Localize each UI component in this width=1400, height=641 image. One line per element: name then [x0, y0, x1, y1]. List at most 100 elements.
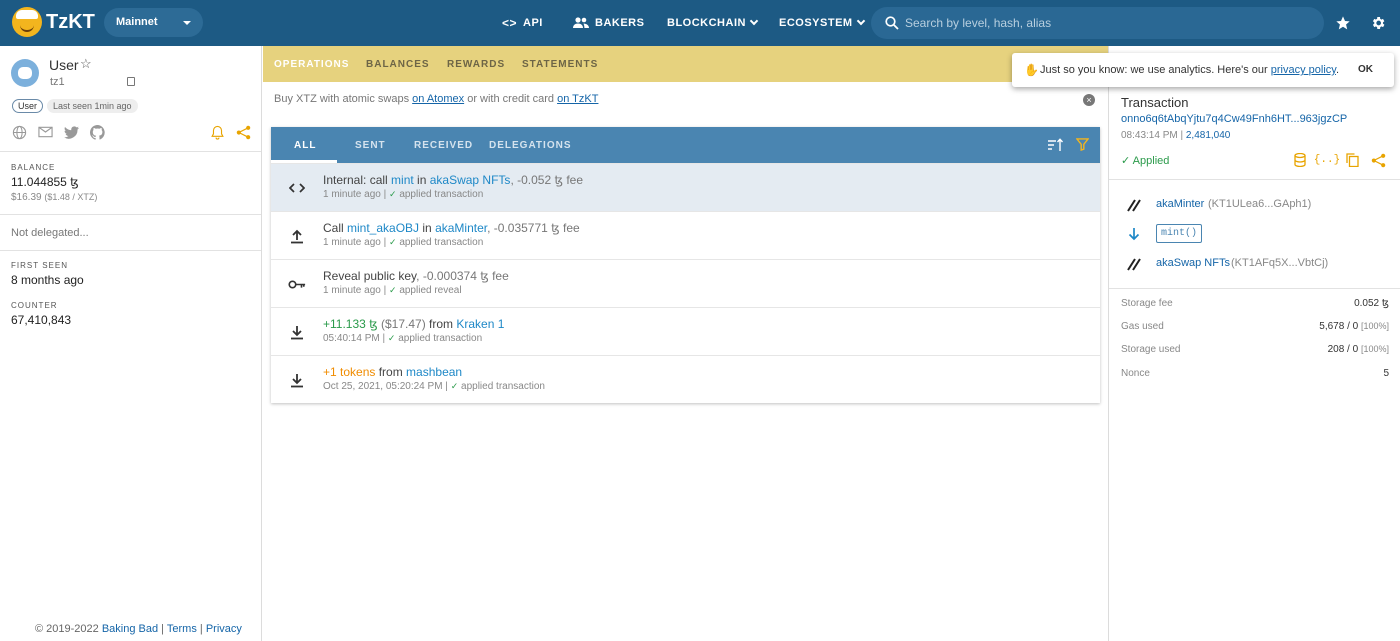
op-status: applied transaction [461, 381, 545, 392]
entrypoint-link[interactable]: mint_akaOBJ [347, 221, 419, 235]
search-box[interactable] [871, 7, 1324, 39]
footer-link-privacy[interactable]: Privacy [206, 623, 242, 635]
logo[interactable]: TzKT [12, 7, 95, 37]
last-seen-badge: Last seen 1min ago [47, 99, 138, 113]
notice-text: Just so you know: we use analytics. Here… [1040, 64, 1339, 76]
tab-statements[interactable]: STATEMENTS [522, 59, 598, 70]
caret-down-icon [183, 21, 191, 25]
operation-row[interactable]: Call mint_akaOBJ in akaMinter, -0.035771… [271, 211, 1100, 259]
ok-button[interactable]: OK [1358, 64, 1373, 75]
sender-link[interactable]: mashbean [406, 365, 462, 379]
globe-icon[interactable] [11, 124, 27, 140]
contract-link[interactable]: akaMinter [435, 221, 487, 235]
op-text: from [425, 317, 457, 331]
footer-link-company[interactable]: Baking Bad [102, 623, 158, 635]
stat-label: Nonce [1121, 368, 1150, 379]
notice-dot: . [1335, 64, 1340, 76]
stat-nonce: Nonce 5 [1121, 368, 1389, 379]
operation-row[interactable]: +1 tokens from mashbean Oct 25, 2021, 05… [271, 355, 1100, 403]
block-level-link[interactable]: 2,481,040 [1186, 130, 1231, 141]
footer-link-terms[interactable]: Terms [167, 623, 197, 635]
op-text: in [419, 221, 436, 235]
op-tab-all[interactable]: ALL [294, 140, 316, 151]
op-time: 1 minute ago [323, 237, 381, 248]
balance-label: BALANCE [11, 163, 56, 172]
github-icon[interactable] [89, 124, 105, 140]
op-tab-received[interactable]: RECEIVED [414, 140, 473, 151]
tab-balances[interactable]: BALANCES [366, 59, 430, 70]
operation-row[interactable]: +11.133 ꜩ ($17.47) from Kraken 1 05:40:1… [271, 307, 1100, 355]
operation-description: +1 tokens from mashbean [323, 365, 462, 379]
transaction-hash[interactable]: onno6q6tAbqYjtu7q4Cw49Fnh6HT...963jgzCP [1121, 113, 1347, 125]
operation-row[interactable]: Reveal public key, -0.000374 ꜩ fee 1 min… [271, 259, 1100, 307]
stat-label: Storage fee [1121, 298, 1173, 309]
account-address: tz1 [50, 76, 65, 88]
stat-amount: 208 / 0 [1327, 344, 1359, 355]
check-icon: ✓ [388, 285, 397, 295]
download-icon [288, 324, 306, 340]
tzkt-buy-link[interactable]: on TzKT [557, 93, 598, 105]
copyright: © 2019-2022 [35, 623, 99, 635]
json-icon[interactable]: {..} [1314, 152, 1340, 168]
filter-icon[interactable] [1076, 138, 1089, 151]
mail-icon[interactable] [37, 124, 53, 140]
atomex-link[interactable]: on Atomex [412, 93, 464, 105]
nav-api[interactable]: <> API [502, 0, 543, 46]
share-icon[interactable] [1370, 152, 1386, 168]
twitter-icon[interactable] [63, 124, 79, 140]
stat-percent: [100%] [1360, 344, 1389, 354]
sort-icon[interactable] [1048, 138, 1064, 152]
network-selector[interactable]: Mainnet [104, 8, 203, 37]
privacy-policy-link[interactable]: privacy policy [1271, 64, 1336, 76]
nav-bakers[interactable]: BAKERS [573, 0, 644, 46]
target-name[interactable]: akaSwap NFTs [1156, 257, 1230, 269]
nav-ecosystem[interactable]: ECOSYSTEM [779, 0, 865, 46]
op-tab-sent[interactable]: SENT [355, 140, 386, 151]
check-icon: ✓ [388, 189, 397, 199]
operation-meta: Oct 25, 2021, 05:20:24 PM | ✓ applied tr… [323, 381, 545, 392]
tab-operations[interactable]: OPERATIONS [274, 59, 349, 70]
stat-label: Gas used [1121, 321, 1164, 332]
footer-separator: | [199, 623, 203, 635]
copy-icon[interactable] [127, 77, 135, 86]
close-icon[interactable]: × [1083, 94, 1095, 106]
divider [0, 250, 261, 251]
nav-blockchain[interactable]: BLOCKCHAIN [667, 0, 759, 46]
star-outline-icon[interactable]: ☆ [80, 56, 92, 72]
entrypoint-link[interactable]: mint [391, 173, 414, 187]
share-icon[interactable] [235, 124, 251, 140]
avatar [11, 59, 39, 87]
buy-xtz-banner: Buy XTZ with atomic swaps on Atomex or w… [274, 93, 598, 105]
contract-link[interactable]: akaSwap NFTs [430, 173, 511, 187]
operation-description: Reveal public key, -0.000374 ꜩ fee [323, 269, 509, 283]
stat-value: 208 / 0 [100%] [1328, 344, 1389, 355]
stat-label: Storage used [1121, 344, 1181, 355]
search-input[interactable] [905, 16, 1305, 30]
op-tab-delegations[interactable]: DELEGATIONS [489, 140, 571, 151]
status-applied: ✓ Applied [1121, 154, 1169, 167]
check-icon: ✓ [388, 237, 397, 247]
star-icon[interactable] [1332, 12, 1354, 34]
sender-name[interactable]: akaMinter [1156, 198, 1204, 210]
tab-rewards[interactable]: REWARDS [447, 59, 505, 70]
logo-text: TzKT [46, 10, 95, 33]
operation-row[interactable]: Internal: call mint in akaSwap NFTs, -0.… [271, 163, 1100, 211]
bell-icon[interactable] [209, 124, 225, 140]
arrow-down-icon [1128, 228, 1140, 241]
account-panel: User ☆ tz1 User Last seen 1min ago BALAN… [0, 46, 262, 641]
gear-icon[interactable] [1367, 12, 1389, 34]
copy-icon[interactable] [1344, 152, 1360, 168]
detail-title: Transaction [1121, 95, 1189, 110]
op-time: Oct 25, 2021, 05:20:24 PM [323, 381, 443, 392]
entrypoint-badge[interactable]: mint() [1156, 224, 1202, 243]
account-type-badge: User [12, 99, 44, 113]
op-status: applied transaction [399, 237, 484, 248]
database-icon[interactable] [1292, 152, 1308, 168]
operations-card: ALL SENT RECEIVED DELEGATIONS Internal: … [271, 127, 1100, 403]
sender-link[interactable]: Kraken 1 [456, 317, 504, 331]
top-bar: TzKT Mainnet <> API BAKERS BLOCKCHAIN EC… [0, 0, 1400, 46]
nav-bakers-label: BAKERS [595, 17, 645, 29]
divider [0, 151, 261, 152]
op-status: applied reveal [399, 285, 462, 296]
footer: © 2019-2022 Baking Bad | Terms | Privacy [35, 623, 242, 635]
